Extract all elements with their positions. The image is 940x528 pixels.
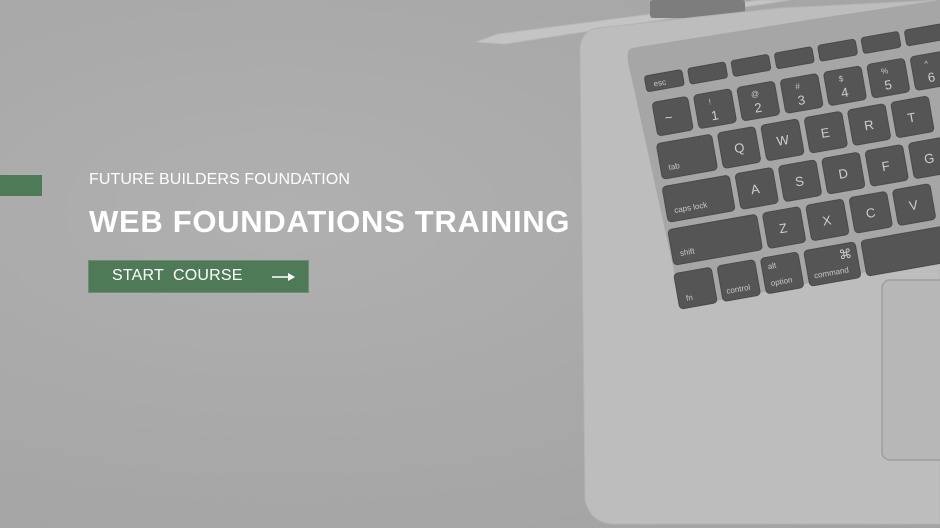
svg-text:@: @ [750, 89, 760, 99]
accent-bar [0, 175, 42, 196]
organization-name: FUTURE BUILDERS FOUNDATION [89, 171, 350, 188]
arrow-right-icon [272, 273, 295, 281]
start-course-button[interactable]: START COURSE [88, 260, 309, 293]
start-course-label: START COURSE [112, 267, 243, 284]
hero-banner: esc ~ ! 1 @ 2 # 3 $ 4 % 5 ^ 6 tab Q W E … [0, 0, 940, 528]
svg-text:⌘: ⌘ [838, 246, 853, 263]
page-title: WEB FOUNDATIONS TRAINING [89, 204, 571, 239]
